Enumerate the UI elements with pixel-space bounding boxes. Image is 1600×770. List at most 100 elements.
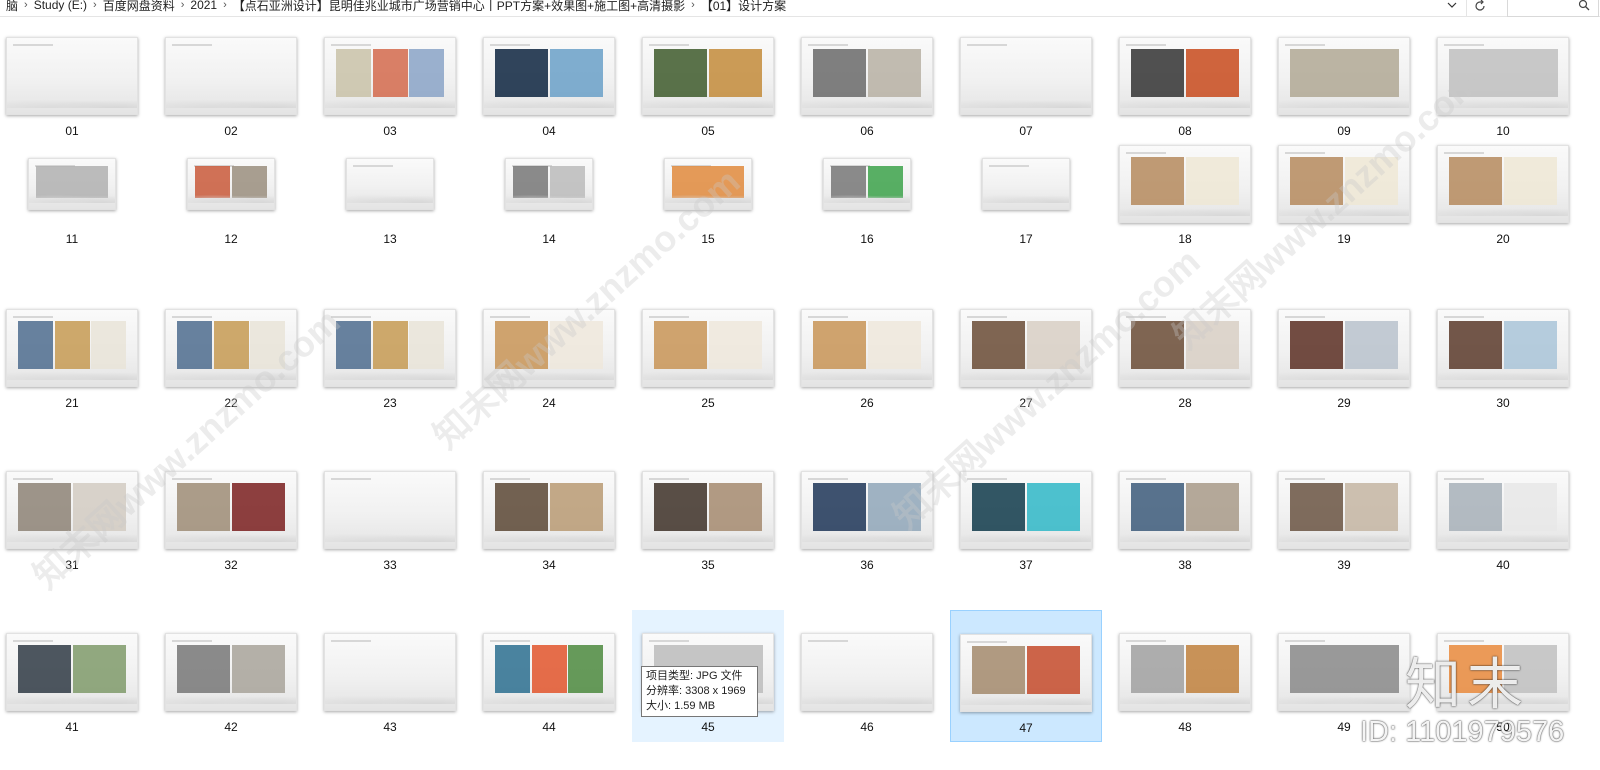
breadcrumb-item-project[interactable]: 【点石亚洲设计】昆明佳兆业城市广场营销中心丨PPT方案+效果图+施工图+高清摄影 <box>227 0 691 14</box>
file-item[interactable]: 10 <box>1427 34 1579 142</box>
file-thumbnail <box>1119 145 1251 223</box>
file-thumbnail <box>960 309 1092 387</box>
file-item[interactable]: 18 <box>1109 142 1261 250</box>
file-item[interactable]: 40 <box>1427 468 1579 576</box>
breadcrumb-item-netdisk[interactable]: 百度网盘资料 <box>97 0 181 14</box>
file-item[interactable]: 32 <box>155 468 307 576</box>
file-item[interactable]: 06 <box>791 34 943 142</box>
file-item[interactable]: 43 <box>314 630 466 762</box>
file-name-label: 40 <box>1496 558 1510 572</box>
file-item[interactable]: 13 <box>314 142 466 250</box>
file-name-label: 16 <box>860 232 874 246</box>
file-item[interactable]: 33 <box>314 468 466 576</box>
file-item[interactable]: 47 <box>950 610 1102 742</box>
file-item[interactable]: 02 <box>155 34 307 142</box>
file-grid: 01 02 03 04 05 06 07 08 09 10 11 12 13 14 15 16 17 18 19 20… <box>0 24 1600 770</box>
file-name-label: 47 <box>1019 721 1033 735</box>
file-thumbnail <box>1119 309 1251 387</box>
address-bar: 脑 › Study (E:) › 百度网盘资料 › 2021 › 【点石亚洲设计… <box>0 0 1600 17</box>
file-name-label: 07 <box>1019 124 1033 138</box>
file-item[interactable]: 37 <box>950 468 1102 576</box>
file-item[interactable]: 15 <box>632 142 784 250</box>
file-name-label: 14 <box>542 232 556 246</box>
file-thumbnail <box>483 471 615 549</box>
file-item[interactable]: 22 <box>155 306 307 414</box>
file-item[interactable]: 23 <box>314 306 466 414</box>
file-item[interactable]: 28 <box>1109 306 1261 414</box>
file-thumbnail <box>6 633 138 711</box>
file-name-label: 15 <box>701 232 715 246</box>
file-item[interactable]: 24 <box>473 306 625 414</box>
file-item[interactable]: 44 <box>473 630 625 762</box>
breadcrumb-item-current[interactable]: 【01】设计方案 <box>695 0 792 14</box>
file-item[interactable]: 42 <box>155 630 307 762</box>
file-name-label: 03 <box>383 124 397 138</box>
address-history-dropdown[interactable] <box>1443 0 1461 14</box>
file-item[interactable]: 14 <box>473 142 625 250</box>
file-item[interactable]: 04 <box>473 34 625 142</box>
file-name-label: 06 <box>860 124 874 138</box>
file-name-label: 29 <box>1337 396 1351 410</box>
file-name-label: 02 <box>224 124 238 138</box>
file-item[interactable]: 30 <box>1427 306 1579 414</box>
file-item[interactable]: 46 <box>791 630 943 762</box>
file-name-label: 21 <box>65 396 79 410</box>
file-thumbnail <box>642 37 774 115</box>
file-item[interactable]: 35 <box>632 468 784 576</box>
file-thumbnail <box>801 633 933 711</box>
file-item[interactable]: 41 <box>0 630 148 762</box>
file-item[interactable]: 31 <box>0 468 148 576</box>
file-item[interactable]: 50 <box>1427 630 1579 762</box>
file-name-label: 36 <box>860 558 874 572</box>
file-item[interactable]: 03 <box>314 34 466 142</box>
file-item[interactable]: 16 <box>791 142 943 250</box>
file-name-label: 49 <box>1337 720 1351 734</box>
file-item[interactable]: 17 <box>950 142 1102 250</box>
file-name-label: 11 <box>65 232 79 246</box>
file-thumbnail <box>960 634 1092 712</box>
file-item[interactable]: 39 <box>1268 468 1420 576</box>
file-thumbnail <box>6 309 138 387</box>
file-name-label: 19 <box>1337 232 1351 246</box>
file-name-label: 24 <box>542 396 556 410</box>
file-item[interactable]: 19 <box>1268 142 1420 250</box>
file-name-label: 27 <box>1019 396 1033 410</box>
file-item[interactable]: 38 <box>1109 468 1261 576</box>
file-item[interactable]: 05 <box>632 34 784 142</box>
file-name-label: 39 <box>1337 558 1351 572</box>
file-name-label: 38 <box>1178 558 1192 572</box>
file-name-label: 42 <box>224 720 238 734</box>
file-item[interactable]: 08 <box>1109 34 1261 142</box>
file-item[interactable]: 11 <box>0 142 148 250</box>
file-name-label: 01 <box>65 124 79 138</box>
file-name-label: 43 <box>383 720 397 734</box>
file-thumbnail <box>1278 309 1410 387</box>
file-name-label: 37 <box>1019 558 1033 572</box>
file-item[interactable]: 48 <box>1109 630 1261 762</box>
file-thumbnail <box>823 158 911 210</box>
file-name-label: 12 <box>224 232 238 246</box>
breadcrumb-item-this-pc[interactable]: 脑 <box>0 0 24 14</box>
file-name-label: 32 <box>224 558 238 572</box>
file-item[interactable]: 21 <box>0 306 148 414</box>
file-item[interactable]: 20 <box>1427 142 1579 250</box>
search-input[interactable] <box>1507 0 1599 17</box>
file-item[interactable]: 49 <box>1268 630 1420 762</box>
file-item[interactable]: 09 <box>1268 34 1420 142</box>
file-item[interactable]: 27 <box>950 306 1102 414</box>
file-item[interactable]: 26 <box>791 306 943 414</box>
file-item[interactable]: 25 <box>632 306 784 414</box>
file-name-label: 09 <box>1337 124 1351 138</box>
breadcrumb-item-year[interactable]: 2021 <box>184 0 223 12</box>
file-thumbnail <box>187 158 275 210</box>
refresh-button[interactable] <box>1466 0 1493 16</box>
file-item[interactable]: 01 <box>0 34 148 142</box>
file-name-label: 50 <box>1496 720 1510 734</box>
file-item[interactable]: 07 <box>950 34 1102 142</box>
file-name-label: 13 <box>383 232 397 246</box>
file-item[interactable]: 36 <box>791 468 943 576</box>
file-item[interactable]: 34 <box>473 468 625 576</box>
file-item[interactable]: 12 <box>155 142 307 250</box>
breadcrumb-item-drive[interactable]: Study (E:) <box>28 0 93 12</box>
file-item[interactable]: 29 <box>1268 306 1420 414</box>
